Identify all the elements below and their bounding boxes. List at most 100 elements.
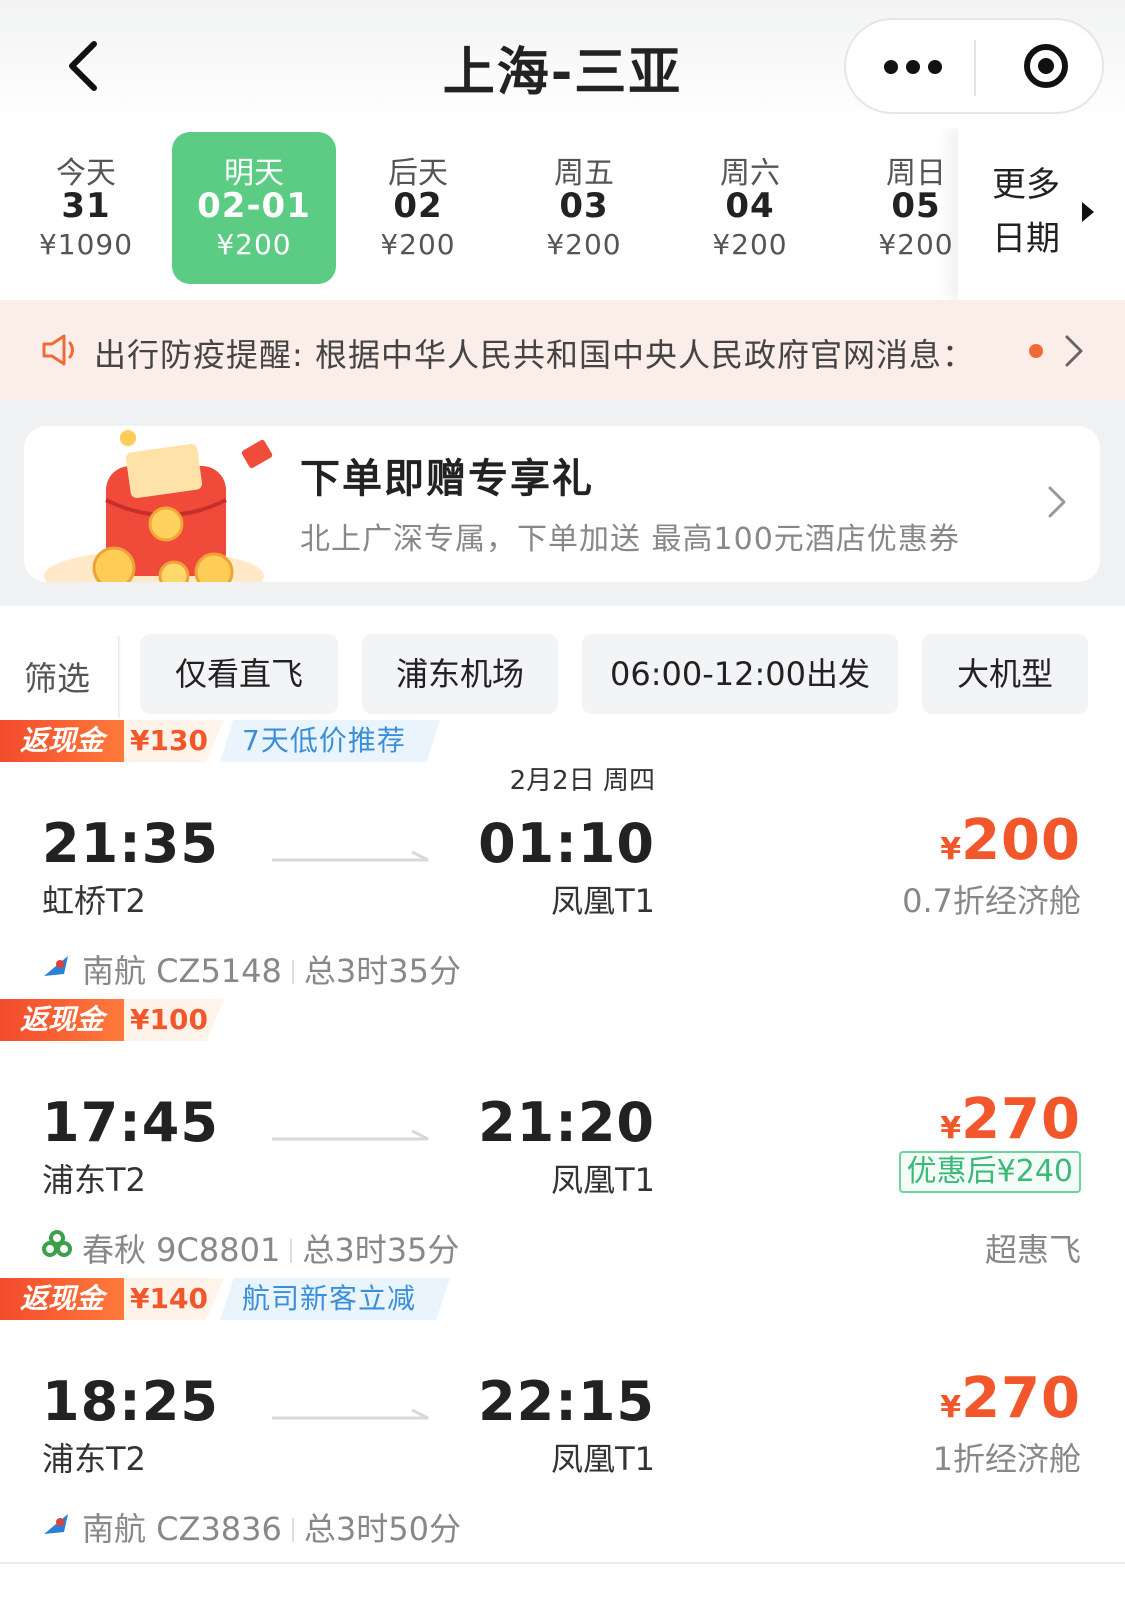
departure-airport: 虹桥T2 <box>42 882 146 920</box>
flight-card[interactable]: 返现金 ¥140 航司新客立减 18:25 浦东T2 22:15 凤凰T1 ¥2… <box>0 1278 1125 1564</box>
separator <box>291 960 294 984</box>
cashback-amount: ¥130 <box>130 724 208 757</box>
airline-flight-number: 南航 CZ3836 <box>82 1510 282 1548</box>
airline-text: 春秋 9C8801 总3时35分 <box>82 1225 459 1271</box>
date-price: ¥200 <box>546 228 622 261</box>
filter-chip-pudong[interactable]: 浦东机场 <box>362 634 558 714</box>
cashback-label: 返现金 <box>0 999 124 1041</box>
target-close-icon-dot <box>1038 58 1054 74</box>
separator <box>290 1239 293 1263</box>
date-item-today[interactable]: 今天 31 ¥1090 <box>4 132 168 284</box>
cabin-class: 1折经济舱 <box>932 1440 1081 1478</box>
nav-bar: 上海-三亚 <box>0 0 1125 130</box>
filter-chip-time[interactable]: 06:00-12:00出发 <box>582 634 898 714</box>
arrival-time: 01:10 <box>478 812 655 875</box>
promo-tag: 航司新客立减 <box>220 1278 451 1320</box>
date-item-friday[interactable]: 周五 03 ¥200 <box>502 132 666 284</box>
date-item-saturday[interactable]: 周六 04 ¥200 <box>668 132 832 284</box>
arrival-time: 22:15 <box>478 1370 655 1433</box>
price-value: 200 <box>961 808 1081 873</box>
currency-symbol: ¥ <box>940 1111 962 1146</box>
date-item-day-after[interactable]: 后天 02 ¥200 <box>336 132 500 284</box>
date-number: 02-01 <box>197 186 311 226</box>
spring-airlines-icon <box>42 1230 72 1257</box>
travel-notice-bar[interactable]: 出行防疫提醒: 根据中华人民共和国中央人民政府官网消息： <box>0 300 1125 400</box>
flight-duration: 总3时35分 <box>302 1231 460 1269</box>
arrival-date: 2月2日 周四 <box>509 766 655 796</box>
cashback-tag: 返现金 ¥140 <box>0 1278 224 1320</box>
arrow-right-icon <box>272 1408 429 1420</box>
cashback-label: 返现金 <box>0 720 124 762</box>
airline-text: 南航 CZ5148 总3时35分 <box>82 946 461 992</box>
date-item-tomorrow[interactable]: 明天 02-01 ¥200 <box>172 132 336 284</box>
flight-duration: 总3时35分 <box>303 952 461 990</box>
more-dots-icon <box>884 60 898 74</box>
currency-symbol: ¥ <box>940 1390 962 1425</box>
date-price: ¥200 <box>380 228 456 261</box>
more-dates-button[interactable]: 更多日期 <box>958 128 1125 300</box>
date-number: 04 <box>725 186 775 226</box>
date-number: 31 <box>61 186 111 226</box>
airline-text: 南航 CZ3836 总3时50分 <box>82 1504 461 1550</box>
more-dates-label: 更多日期 <box>992 165 1060 259</box>
filter-button[interactable]: 筛选 <box>24 652 90 700</box>
date-number: 03 <box>559 186 609 226</box>
date-label: 今天 <box>56 156 116 191</box>
date-label: 明天 <box>224 156 284 191</box>
unread-dot <box>1029 344 1043 358</box>
cashback-label: 返现金 <box>0 1278 124 1320</box>
china-southern-icon <box>44 1514 68 1534</box>
triangle-right-icon <box>1082 202 1094 222</box>
promo-tag: 7天低价推荐 <box>220 720 440 762</box>
date-label: 周六 <box>720 156 780 191</box>
chevron-right-icon <box>1065 335 1083 367</box>
departure-time: 18:25 <box>42 1370 219 1433</box>
flight-card[interactable]: 返现金 ¥100 17:45 浦东T2 21:20 凤凰T1 ¥270 优惠后¥… <box>0 999 1125 1285</box>
cashback-tag: 返现金 ¥130 <box>0 720 224 762</box>
currency-symbol: ¥ <box>940 832 962 867</box>
date-label: 后天 <box>388 156 448 191</box>
product-label: 超惠飞 <box>984 1231 1081 1269</box>
arrival-airport: 凤凰T1 <box>551 1440 655 1478</box>
arrow-right-icon <box>272 850 429 862</box>
capsule-divider <box>974 40 976 96</box>
more-menu-button[interactable] <box>846 20 974 112</box>
price: ¥270 <box>940 1087 1081 1152</box>
arrow-right-icon <box>272 1129 429 1141</box>
arrival-airport: 凤凰T1 <box>551 882 655 920</box>
date-number: 02 <box>393 186 443 226</box>
more-dots-icon-dot <box>906 60 920 74</box>
departure-airport: 浦东T2 <box>42 1161 146 1199</box>
close-mini-program-button[interactable] <box>986 20 1104 112</box>
price-value: 270 <box>961 1087 1081 1152</box>
filter-chip-direct[interactable]: 仅看直飞 <box>140 634 338 714</box>
cashback-amount: ¥140 <box>130 1282 208 1315</box>
discount-badge: 优惠后¥240 <box>898 1151 1081 1193</box>
speaker-icon <box>42 334 74 366</box>
departure-time: 21:35 <box>42 812 219 875</box>
date-price: ¥200 <box>216 228 292 261</box>
date-price: ¥1090 <box>38 228 134 261</box>
price-value: 270 <box>961 1366 1081 1431</box>
notice-text: 出行防疫提醒: 根据中华人民共和国中央人民政府官网消息： <box>94 336 964 374</box>
departure-airport: 浦东T2 <box>42 1440 146 1478</box>
filter-chip-large-aircraft[interactable]: 大机型 <box>922 634 1088 714</box>
airline-flight-number: 春秋 9C8801 <box>82 1231 281 1269</box>
cashback-amount: ¥100 <box>130 1003 208 1036</box>
red-envelope-icon <box>44 430 273 582</box>
promo-banner[interactable]: 下单即赠专享礼 北上广深专属，下单加送 最高100元酒店优惠券 <box>24 426 1100 582</box>
flight-card[interactable]: 返现金 ¥130 7天低价推荐 21:35 虹桥T2 2月2日 周四 01:10… <box>0 720 1125 1006</box>
arrival-time: 21:20 <box>478 1091 655 1154</box>
departure-time: 17:45 <box>42 1091 219 1154</box>
arrival-airport: 凤凰T1 <box>551 1161 655 1199</box>
date-label: 周五 <box>554 156 614 191</box>
flight-duration: 总3时50分 <box>303 1510 461 1548</box>
filter-divider <box>118 636 121 718</box>
separator <box>291 1518 294 1542</box>
cashback-tag: 返现金 ¥100 <box>0 999 224 1041</box>
chevron-right-icon <box>1048 486 1066 518</box>
promo-subtitle: 北上广深专属，下单加送 最高100元酒店优惠券 <box>300 522 960 557</box>
price: ¥200 <box>940 808 1081 873</box>
more-dots-icon-dot <box>928 60 942 74</box>
china-southern-icon <box>44 956 68 976</box>
